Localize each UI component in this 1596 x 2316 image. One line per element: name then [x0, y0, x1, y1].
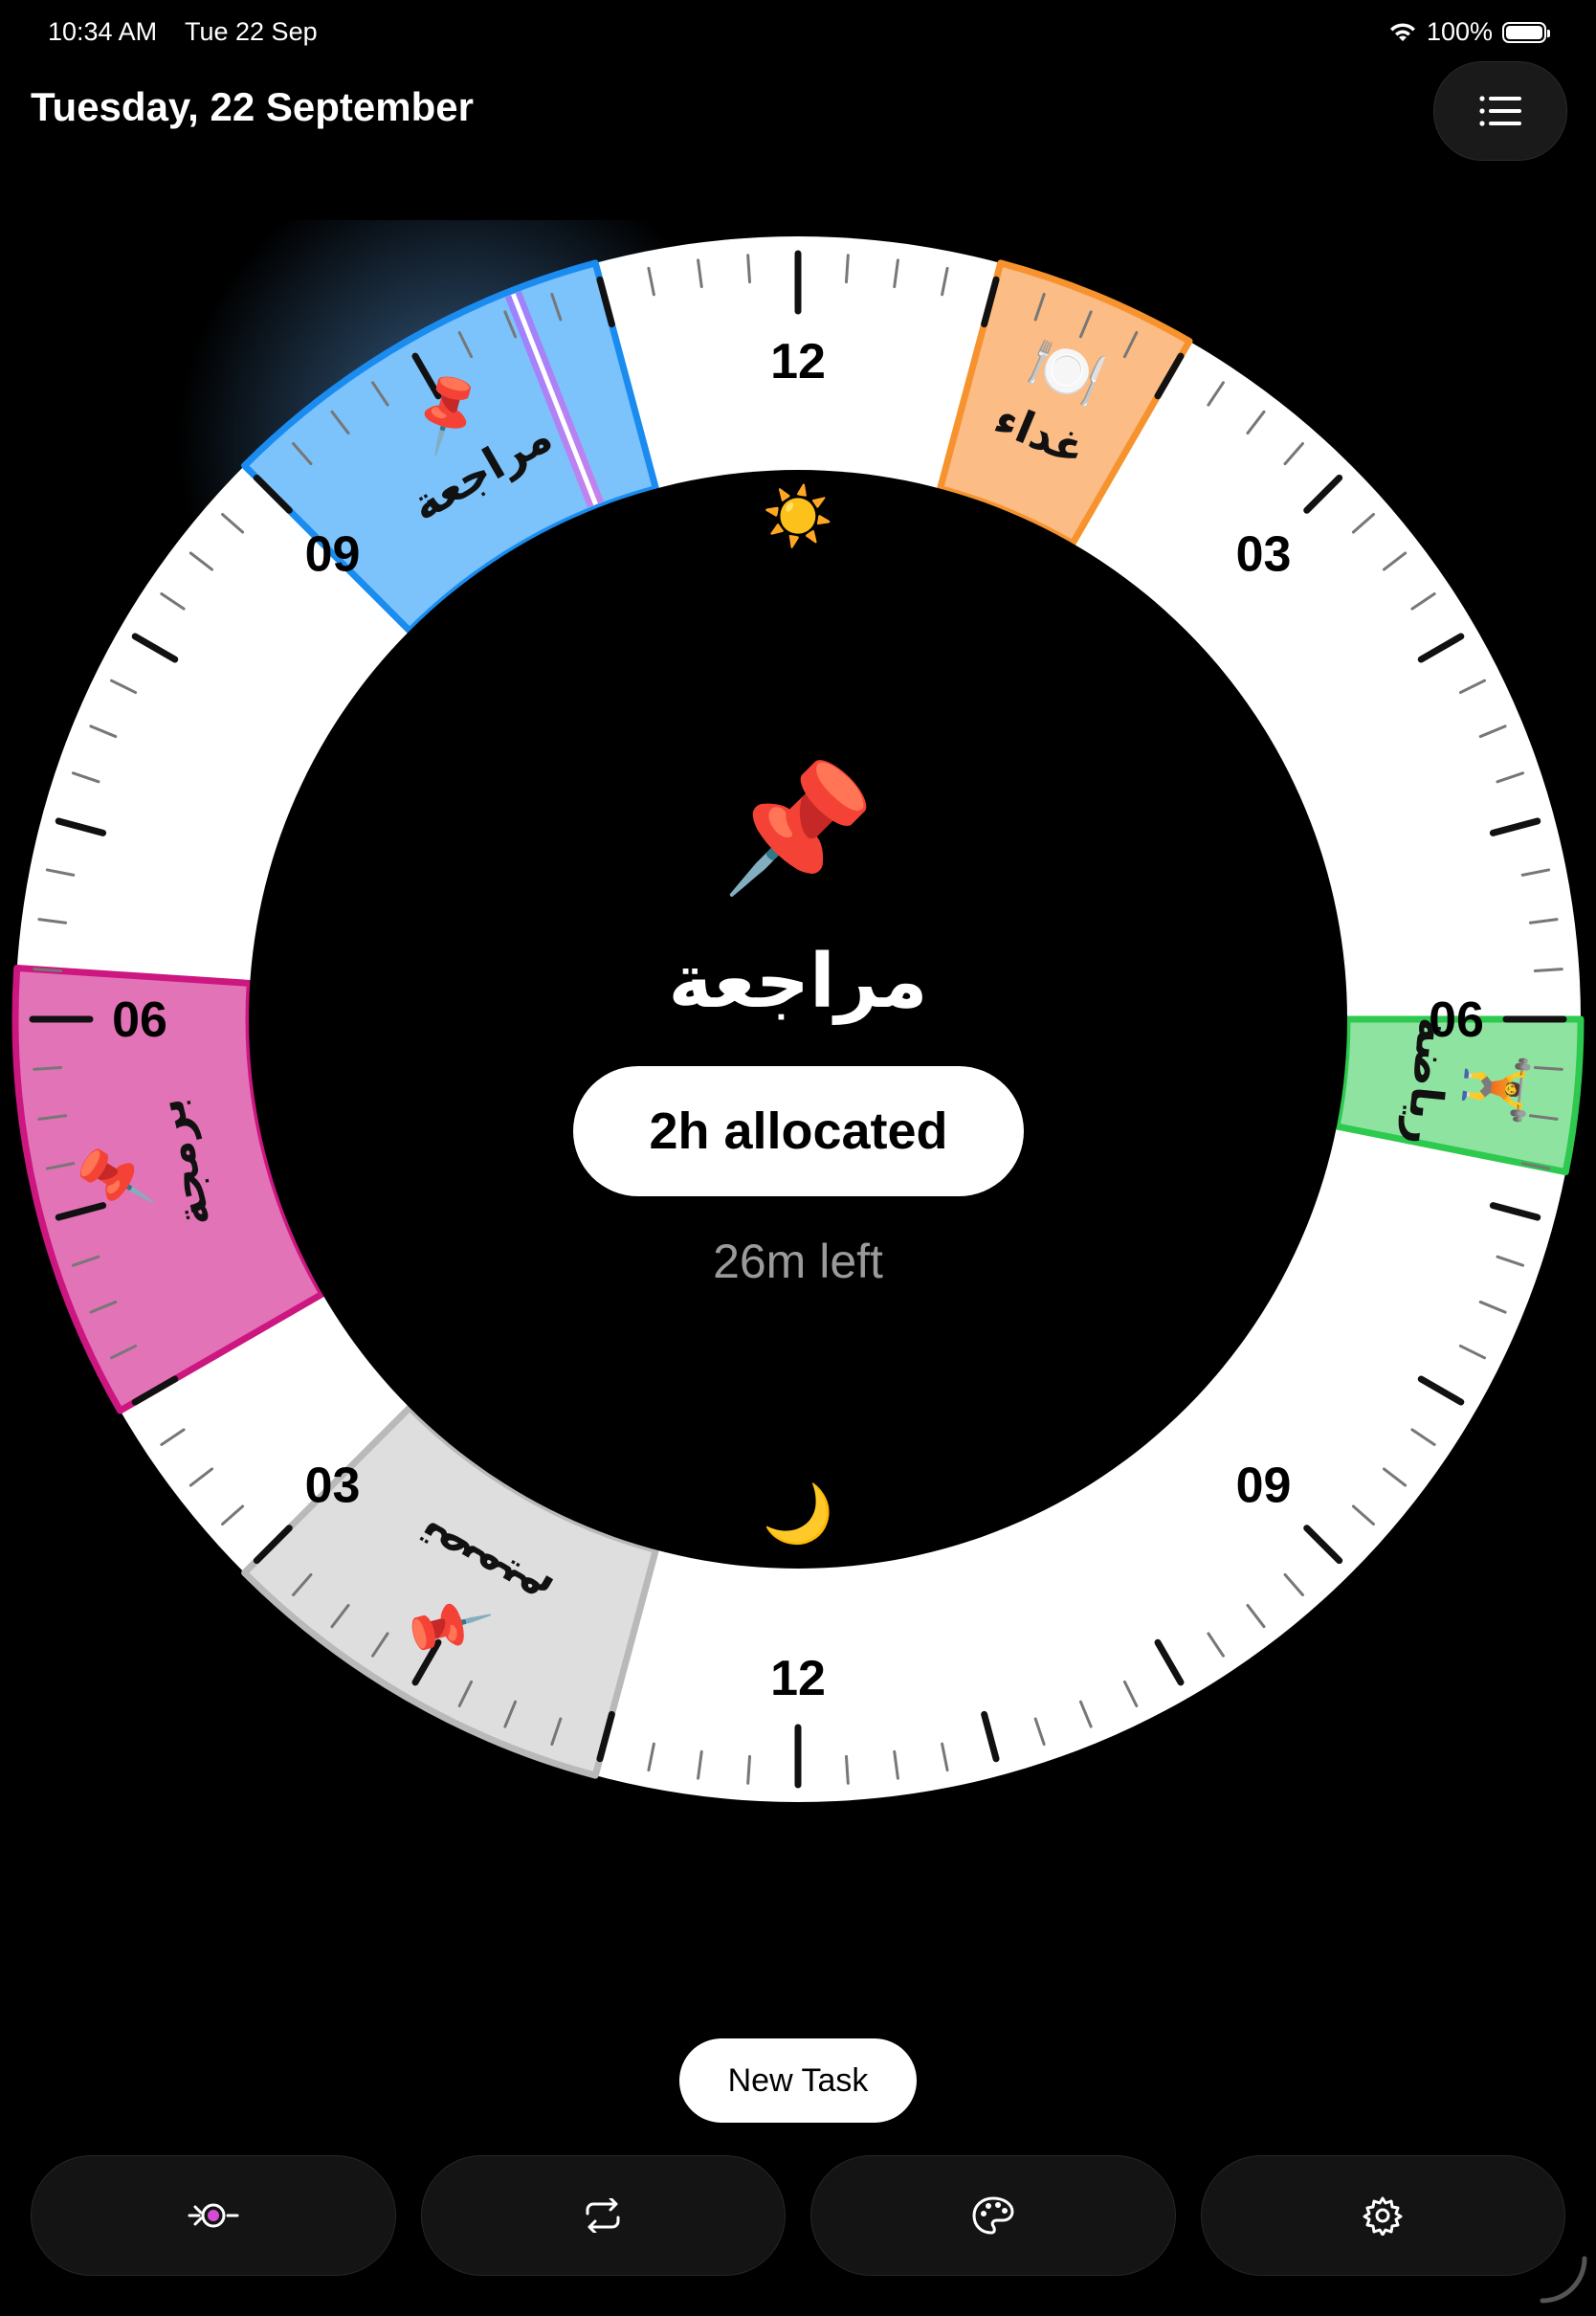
- task-list-button[interactable]: [1433, 61, 1567, 161]
- battery-icon: [1502, 21, 1550, 43]
- battery-percent: 100%: [1426, 17, 1493, 46]
- tab-repeat[interactable]: [420, 2155, 786, 2276]
- list-icon: [1479, 96, 1521, 126]
- dial-hour-label: 09: [1236, 1458, 1292, 1513]
- status-time: 10:34 AM: [48, 17, 158, 46]
- dial-hour-label: 12: [770, 334, 826, 390]
- current-task-pushpin-icon: 📌: [720, 758, 876, 898]
- dial-tick: [844, 254, 850, 284]
- status-date: Tue 22 Sep: [185, 17, 318, 46]
- dial-tick: [1533, 1065, 1563, 1071]
- tab-focus[interactable]: [31, 2155, 396, 2276]
- allocated-time-badge[interactable]: 2h allocated: [573, 1066, 1024, 1196]
- new-task-button[interactable]: New Task: [679, 2038, 917, 2123]
- dial-hour-label: 03: [1236, 527, 1292, 583]
- sun-icon: ☀️: [763, 481, 834, 550]
- dial-hour-label: 09: [305, 527, 361, 583]
- wifi-icon: [1389, 22, 1415, 41]
- weightlifter-icon: 🏋️: [1459, 1048, 1534, 1128]
- status-right: 100%: [1388, 17, 1550, 47]
- tab-themes[interactable]: [810, 2155, 1176, 2276]
- dial-tick: [844, 1754, 850, 1785]
- resize-handle-icon: [1540, 2256, 1587, 2304]
- current-task-name: مراجعة: [668, 939, 928, 1023]
- bottom-tab-bar: [31, 2155, 1565, 2276]
- dial-hour-label: 12: [770, 1651, 826, 1706]
- dial-tick: [746, 1754, 752, 1785]
- repeat-icon: [586, 2198, 620, 2233]
- dial-tick: [33, 1065, 63, 1071]
- page-title: Tuesday, 22 September: [31, 84, 474, 129]
- gear-icon: [1363, 2196, 1403, 2236]
- tab-settings[interactable]: [1200, 2155, 1565, 2276]
- palette-icon: [972, 2196, 1014, 2235]
- status-bar: 10:34 AM Tue 22 Sep 100%: [0, 13, 1596, 48]
- dial-hour-label: 03: [305, 1458, 361, 1513]
- focus-icon: [188, 2203, 239, 2228]
- dial-tick: [746, 254, 752, 284]
- time-left-label: 26m left: [713, 1235, 883, 1288]
- moon-icon: 🌙: [763, 1481, 834, 1548]
